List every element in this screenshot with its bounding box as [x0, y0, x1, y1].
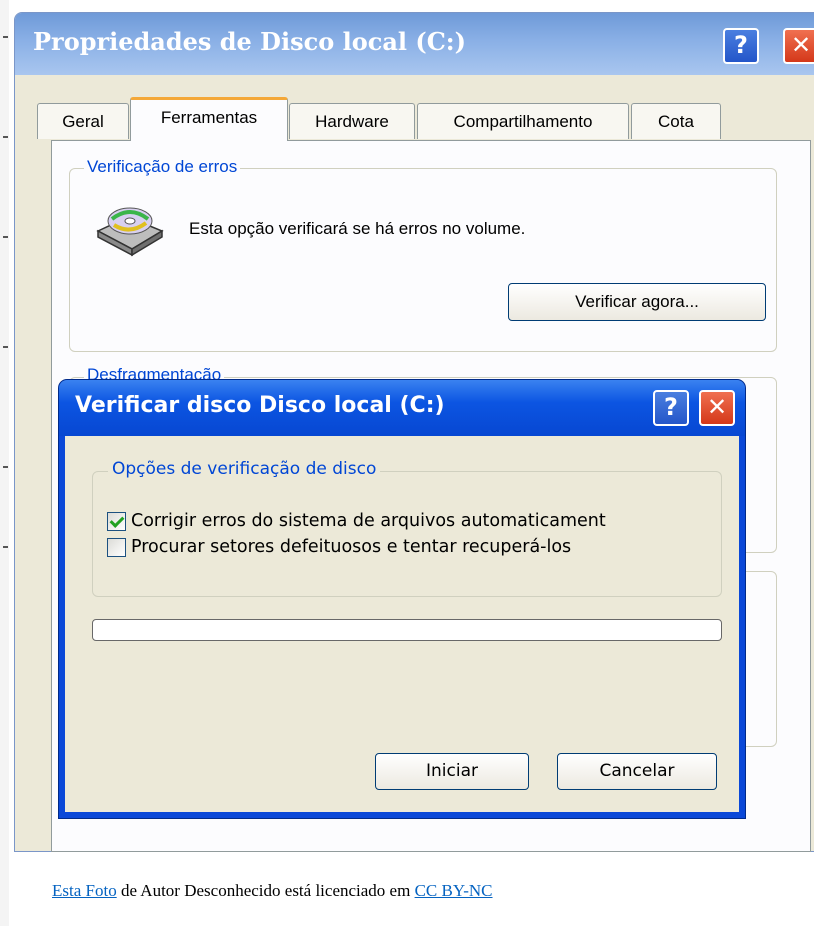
attribution-text: de Autor Desconhecido está licenciado em: [116, 881, 415, 900]
photo-attribution: Esta Foto de Autor Desconhecido está lic…: [52, 881, 493, 901]
tab-ferramentas[interactable]: Ferramentas: [130, 97, 288, 141]
error-check-group-label: Verificação de erros: [84, 157, 241, 177]
fix-errors-label: Corrigir erros do sistema de arquivos au…: [131, 511, 606, 531]
check-now-button[interactable]: Verificar agora...: [508, 283, 766, 321]
error-check-description: Esta opção verificará se há erros no vol…: [189, 219, 526, 238]
tab-compartilhamento[interactable]: Compartilhamento: [417, 103, 629, 139]
check-disk-dialog-title: Verificar disco Disco local (C:): [75, 393, 445, 418]
scan-sectors-checkbox[interactable]: [107, 537, 126, 557]
check-disk-title-bar[interactable]: Verificar disco Disco local (C:) ? ✕: [59, 380, 745, 436]
properties-title-bar[interactable]: Propriedades de Disco local (C:) ? ✕: [15, 13, 814, 75]
check-options-group: [92, 471, 722, 597]
photo-link[interactable]: Esta Foto: [52, 881, 117, 900]
fix-errors-checkbox[interactable]: [107, 511, 126, 531]
check-options-group-label: Opções de verificação de disco: [108, 459, 381, 479]
help-icon[interactable]: ?: [723, 28, 759, 64]
start-button[interactable]: Iniciar: [375, 753, 529, 790]
close-icon[interactable]: ✕: [699, 390, 735, 426]
scan-sectors-label: Procurar setores defeituosos e tentar re…: [131, 537, 572, 557]
background-window-edge: [0, 0, 9, 926]
scan-sectors-option[interactable]: Procurar setores defeituosos e tentar re…: [107, 535, 571, 559]
tab-hardware[interactable]: Hardware: [289, 103, 415, 139]
check-disk-dialog: Verificar disco Disco local (C:) ? ✕ Opç…: [59, 380, 745, 818]
close-icon[interactable]: ✕: [783, 28, 814, 64]
check-disk-dialog-body: Opções de verificação de disco Corrigir …: [65, 436, 739, 812]
check-progress-bar: [92, 619, 722, 641]
license-link[interactable]: CC BY-NC: [415, 881, 493, 900]
tab-geral[interactable]: Geral: [37, 103, 129, 139]
disk-check-icon: [92, 197, 166, 257]
help-icon[interactable]: ?: [653, 390, 689, 426]
tab-cota[interactable]: Cota: [631, 103, 721, 139]
cancel-button[interactable]: Cancelar: [557, 753, 717, 790]
properties-window-title: Propriedades de Disco local (C:): [33, 27, 467, 56]
error-check-group: [69, 168, 777, 352]
fix-errors-option[interactable]: Corrigir erros do sistema de arquivos au…: [107, 509, 606, 533]
